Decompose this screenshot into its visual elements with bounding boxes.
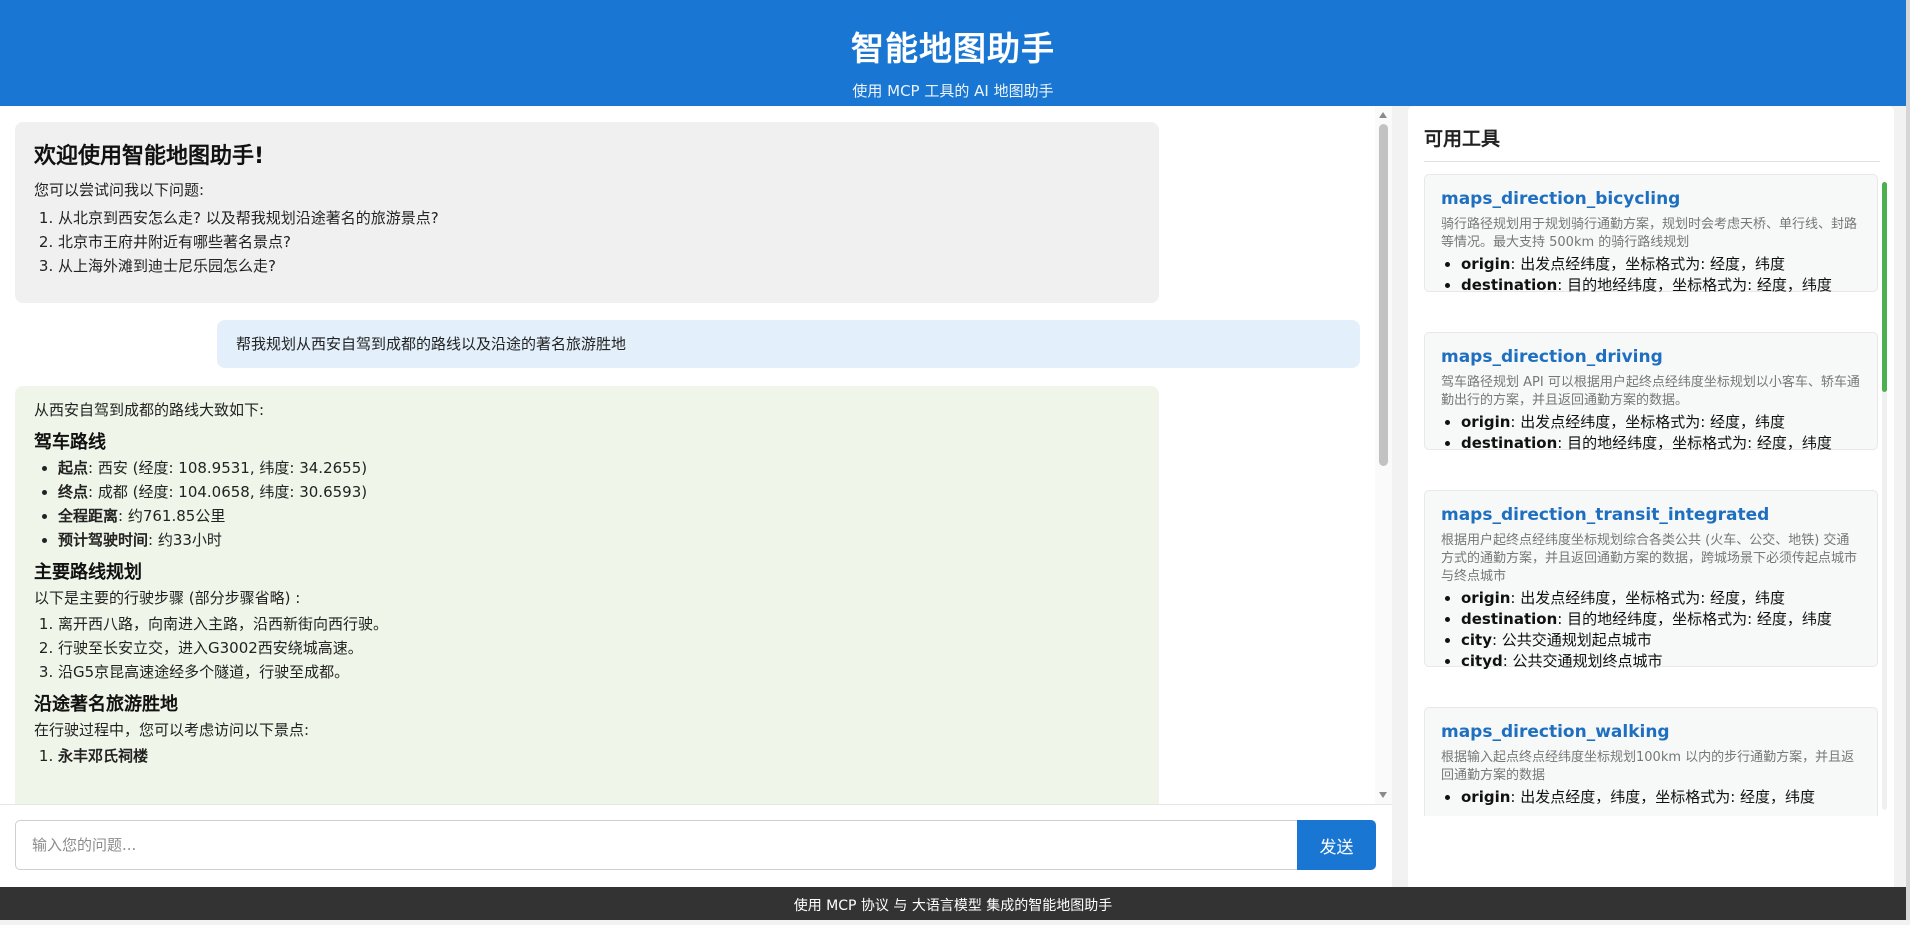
- tools-list[interactable]: maps_direction_bicycling 骑行路径规划用于规划骑行通勤方…: [1424, 174, 1878, 816]
- param-text: : 出发点经纬度，坐标格式为: 经度，纬度: [1510, 589, 1786, 607]
- param-key: destination: [1461, 610, 1558, 628]
- sights-intro: 在行驶过程中，您可以考虑访问以下景点:: [34, 721, 310, 739]
- tool-params: origin: 出发点经度，纬度，坐标格式为: 经度，纬度: [1441, 787, 1861, 808]
- tool-description: 根据输入起点终点经纬度坐标规划100km 以内的步行通勤方案，并且返回通勤方案的…: [1441, 750, 1855, 783]
- tool-description: 驾车路径规划 API 可以根据用户起终点经纬度坐标规划以小客车、轿车通勤出行的方…: [1441, 375, 1860, 408]
- list-item: 离开西八路，向南进入主路，沿西新街向西行驶。: [58, 612, 1140, 636]
- tool-name[interactable]: maps_direction_bicycling: [1441, 189, 1861, 209]
- scroll-down-arrow-icon[interactable]: [1379, 792, 1387, 798]
- list-item: 终点: 成都 (经度: 104.0658, 纬度: 30.6593): [58, 480, 1140, 504]
- send-button[interactable]: 发送: [1297, 820, 1376, 870]
- list-item: 起点: 西安 (经度: 108.9531, 纬度: 34.2655): [58, 456, 1140, 480]
- tool-param: origin: 出发点经纬度，坐标格式为: 经度，纬度: [1461, 412, 1861, 433]
- window-edge: [1906, 0, 1910, 920]
- welcome-title: 欢迎使用智能地图助手!: [34, 144, 265, 169]
- tool-description: 骑行路径规划用于规划骑行通勤方案，规划时会考虑天桥、单行线、封路等情况。最大支持…: [1441, 217, 1858, 250]
- tool-params: origin: 出发点经纬度，坐标格式为: 经度，纬度 destination:…: [1441, 254, 1861, 296]
- route-summary-list: 起点: 西安 (经度: 108.9531, 纬度: 34.2655) 终点: 成…: [34, 456, 1140, 552]
- tool-param: destination: 目的地经纬度，坐标格式为: 经度，纬度: [1461, 433, 1861, 454]
- param-key: city: [1461, 631, 1492, 649]
- tool-param: destination: 目的地经纬度，坐标格式为: 经度，纬度: [1461, 275, 1861, 296]
- reply-section-title: 主要路线规划: [34, 562, 142, 583]
- item-label: 起点: [58, 459, 89, 477]
- tool-name[interactable]: maps_direction_driving: [1441, 347, 1861, 367]
- suggested-question: 北京市王府井附近有哪些著名景点?: [58, 230, 1140, 254]
- tool-param: cityd: 公共交通规划终点城市: [1461, 651, 1861, 672]
- welcome-message: 欢迎使用智能地图助手! 您可以尝试问我以下问题: 从北京到西安怎么走? 以及帮我…: [15, 122, 1159, 303]
- tool-card[interactable]: maps_direction_transit_integrated 根据用户起终…: [1424, 490, 1878, 670]
- item-text: : 约33小时: [148, 531, 222, 549]
- assistant-message: 从西安自驾到成都的路线大致如下: 驾车路线 起点: 西安 (经度: 108.95…: [15, 386, 1159, 804]
- item-label: 终点: [58, 483, 89, 501]
- param-key: origin: [1461, 413, 1511, 431]
- app-header: 智能地图助手 使用 MCP 工具的 AI 地图助手: [0, 0, 1906, 106]
- tools-title: 可用工具: [1424, 124, 1880, 162]
- tool-card[interactable]: maps_direction_walking 根据输入起点终点经纬度坐标规划10…: [1424, 707, 1878, 816]
- param-text: : 出发点经纬度，坐标格式为: 经度，纬度: [1510, 413, 1786, 431]
- app-subtitle: 使用 MCP 工具的 AI 地图助手: [852, 82, 1054, 100]
- tool-name[interactable]: maps_direction_transit_integrated: [1441, 505, 1861, 525]
- reply-intro: 从西安自驾到成都的路线大致如下:: [34, 401, 265, 419]
- param-key: origin: [1461, 255, 1511, 273]
- tool-card[interactable]: maps_direction_driving 驾车路径规划 API 可以根据用户…: [1424, 332, 1878, 452]
- list-item: 永丰邓氏祠楼: [58, 744, 1140, 768]
- welcome-intro: 您可以尝试问我以下问题:: [34, 181, 205, 199]
- tools-scrollbar-thumb[interactable]: [1882, 182, 1887, 392]
- param-text: : 目的地经纬度，坐标格式为: 经度，纬度: [1557, 610, 1832, 628]
- list-item: 预计驾驶时间: 约33小时: [58, 528, 1140, 552]
- reply-section-title: 沿途著名旅游胜地: [34, 694, 178, 715]
- param-text: : 公共交通规划终点城市: [1502, 652, 1663, 670]
- param-key: destination: [1461, 276, 1558, 294]
- tool-param: origin: 出发点经纬度，坐标格式为: 经度，纬度: [1461, 254, 1861, 275]
- param-key: origin: [1461, 788, 1511, 806]
- app-title: 智能地图助手: [851, 29, 1055, 68]
- tool-param: origin: 出发点经度，纬度，坐标格式为: 经度，纬度: [1461, 787, 1861, 808]
- item-text: : 西安 (经度: 108.9531, 纬度: 34.2655): [88, 459, 368, 477]
- message-list[interactable]: 欢迎使用智能地图助手! 您可以尝试问我以下问题: 从北京到西安怎么走? 以及帮我…: [0, 106, 1375, 804]
- steps-intro: 以下是主要的行驶步骤 (部分步骤省略) :: [34, 589, 301, 607]
- item-text: : 约761.85公里: [118, 507, 226, 525]
- question-input[interactable]: [15, 820, 1298, 870]
- scroll-up-arrow-icon[interactable]: [1379, 112, 1387, 118]
- tool-params: origin: 出发点经纬度，坐标格式为: 经度，纬度 destination:…: [1441, 412, 1861, 454]
- tool-param: city: 公共交通规划起点城市: [1461, 630, 1861, 651]
- tool-params: origin: 出发点经纬度，坐标格式为: 经度，纬度 destination:…: [1441, 588, 1861, 672]
- tool-description: 根据用户起终点经纬度坐标规划综合各类公共 (火车、公交、地铁) 交通方式的通勤方…: [1441, 533, 1858, 584]
- tools-panel: 可用工具 maps_direction_bicycling 骑行路径规划用于规划…: [1408, 106, 1894, 887]
- route-steps-list: 离开西八路，向南进入主路，沿西新街向西行驶。 行驶至长安立交，进入G3002西安…: [34, 612, 1140, 684]
- suggested-question: 从上海外滩到迪士尼乐园怎么走?: [58, 254, 1140, 278]
- list-item: 全程距离: 约761.85公里: [58, 504, 1140, 528]
- item-label: 全程距离: [58, 507, 119, 525]
- sight-name: 永丰邓氏祠楼: [58, 747, 149, 765]
- item-text: : 成都 (经度: 104.0658, 纬度: 30.6593): [88, 483, 368, 501]
- list-item: 行驶至长安立交，进入G3002西安绕城高速。: [58, 636, 1140, 660]
- footer: 使用 MCP 协议 与 大语言模型 集成的智能地图助手: [0, 887, 1906, 920]
- param-text: : 出发点经度，纬度，坐标格式为: 经度，纬度: [1510, 788, 1816, 806]
- scrollbar-thumb[interactable]: [1379, 124, 1388, 466]
- tool-name[interactable]: maps_direction_walking: [1441, 722, 1861, 742]
- message-scrollbar[interactable]: [1375, 106, 1392, 804]
- sights-list: 永丰邓氏祠楼: [34, 744, 1140, 768]
- tools-scrollbar[interactable]: [1882, 182, 1887, 810]
- tool-param: origin: 出发点经纬度，坐标格式为: 经度，纬度: [1461, 588, 1861, 609]
- chat-panel: 欢迎使用智能地图助手! 您可以尝试问我以下问题: 从北京到西安怎么走? 以及帮我…: [0, 106, 1392, 888]
- param-key: origin: [1461, 589, 1511, 607]
- param-key: destination: [1461, 434, 1558, 452]
- input-row: 发送: [0, 804, 1392, 888]
- suggested-question: 从北京到西安怎么走? 以及帮我规划沿途著名的旅游景点?: [58, 206, 1140, 230]
- tool-param: destination: 目的地经纬度，坐标格式为: 经度，纬度: [1461, 609, 1861, 630]
- reply-section-title: 驾车路线: [34, 432, 106, 453]
- suggested-questions: 从北京到西安怎么走? 以及帮我规划沿途著名的旅游景点? 北京市王府井附近有哪些著…: [34, 206, 1140, 278]
- item-label: 预计驾驶时间: [58, 531, 149, 549]
- param-text: : 公共交通规划起点城市: [1491, 631, 1652, 649]
- param-key: cityd: [1461, 652, 1503, 670]
- user-message: 帮我规划从西安自驾到成都的路线以及沿途的著名旅游胜地: [217, 320, 1360, 368]
- param-text: : 目的地经纬度，坐标格式为: 经度，纬度: [1557, 276, 1832, 294]
- tool-card[interactable]: maps_direction_bicycling 骑行路径规划用于规划骑行通勤方…: [1424, 174, 1878, 294]
- list-item: 沿G5京昆高速途经多个隧道，行驶至成都。: [58, 660, 1140, 684]
- param-text: : 出发点经纬度，坐标格式为: 经度，纬度: [1510, 255, 1786, 273]
- param-text: : 目的地经纬度，坐标格式为: 经度，纬度: [1557, 434, 1832, 452]
